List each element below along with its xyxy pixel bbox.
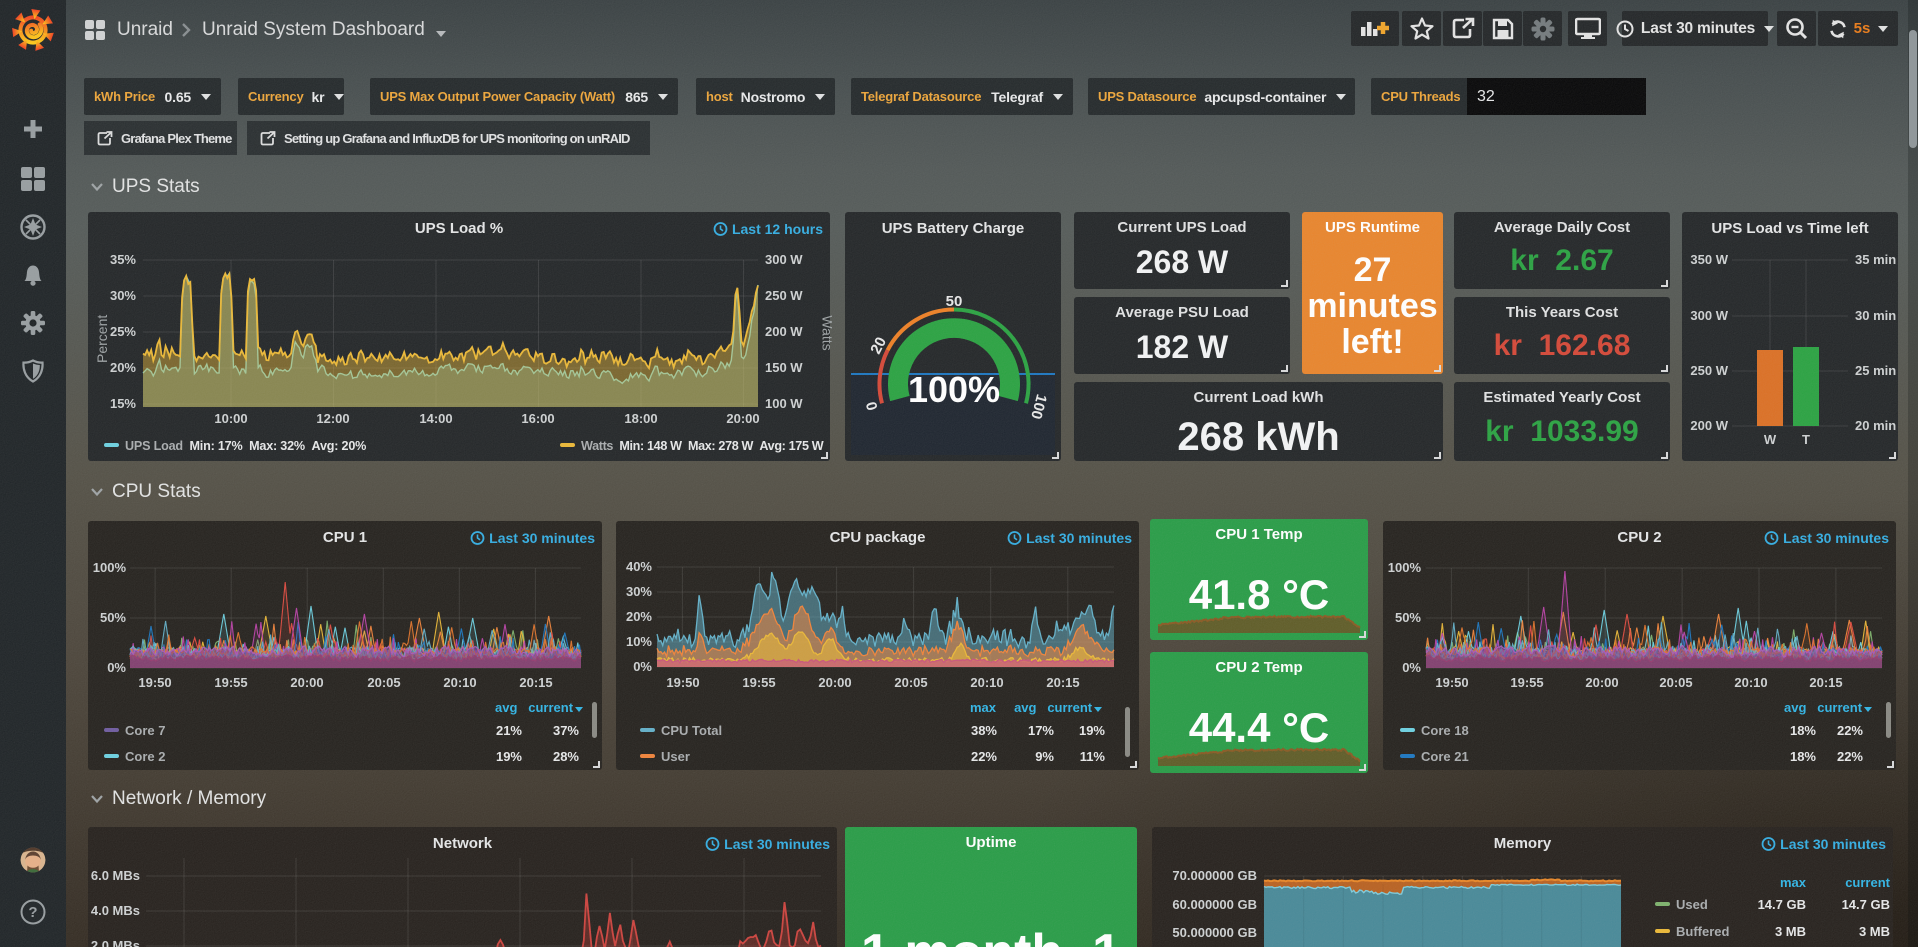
svg-text:?: ?	[28, 904, 37, 921]
svg-text:100: 100	[1027, 392, 1050, 421]
svg-text:50: 50	[946, 293, 963, 310]
svg-text:100%: 100%	[908, 369, 1000, 410]
svg-text:0: 0	[863, 400, 882, 412]
